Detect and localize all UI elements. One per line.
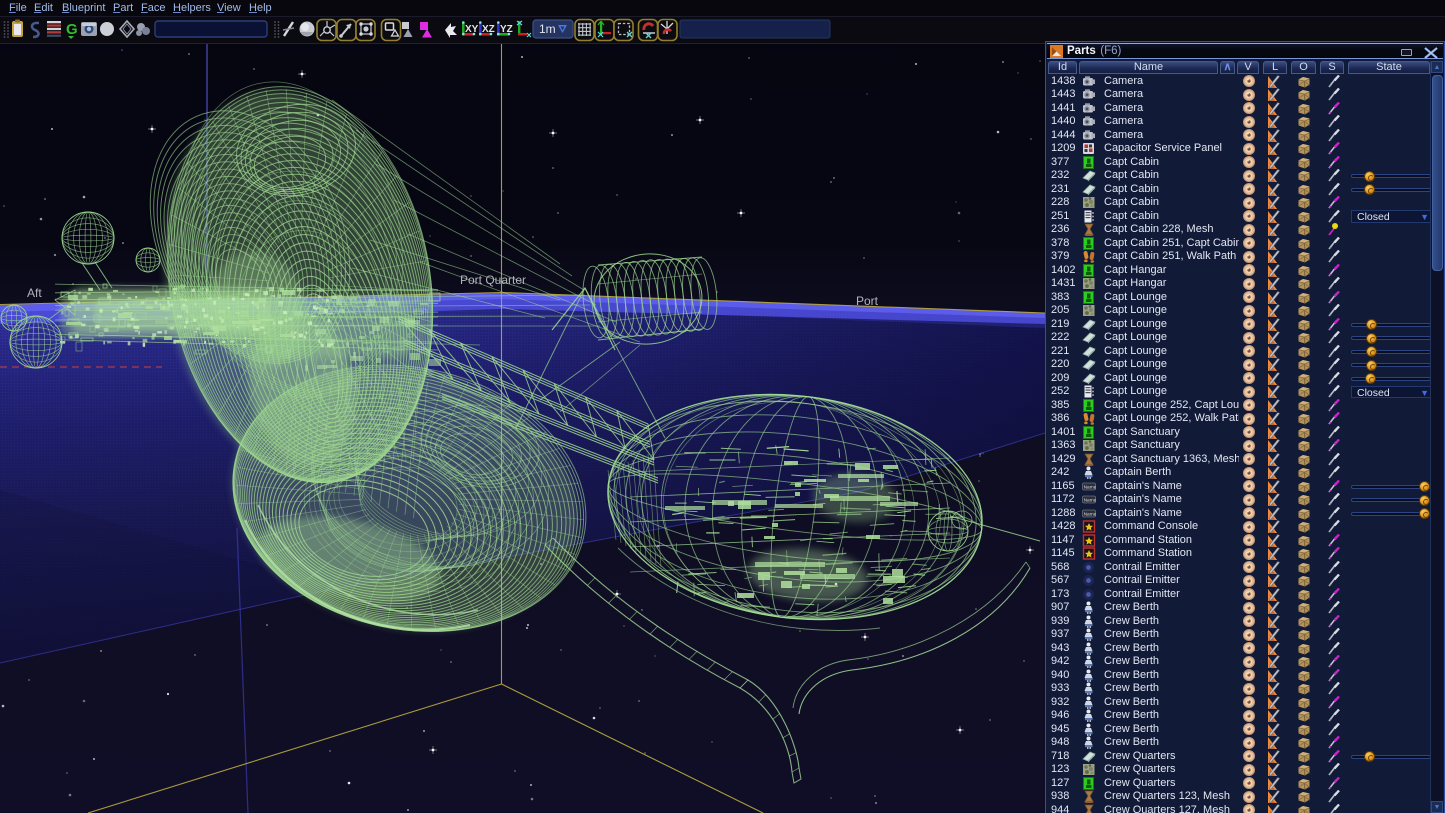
svg-text:Aft: Aft <box>27 286 42 300</box>
svg-text:YZ: YZ <box>500 24 513 35</box>
svg-text:1m: 1m <box>539 22 556 36</box>
svg-text:XZ: XZ <box>482 24 495 35</box>
svg-text:G: G <box>66 21 78 38</box>
svg-text:XY: XY <box>465 24 479 35</box>
svg-text:Port Quarter: Port Quarter <box>460 273 526 287</box>
svg-text:Port: Port <box>856 294 879 308</box>
